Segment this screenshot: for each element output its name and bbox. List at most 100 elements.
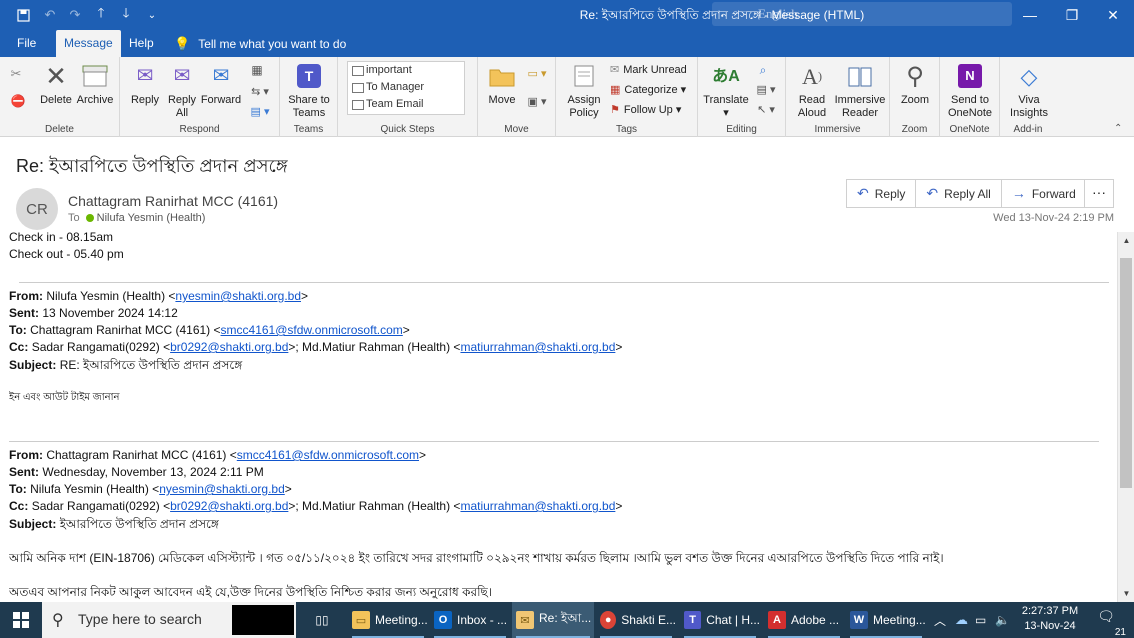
mark-unread-button[interactable]: ✉ Mark Unread <box>610 60 687 80</box>
forward-action-label: Forward <box>1031 187 1076 201</box>
archive-button[interactable]: Archive <box>76 61 114 107</box>
taskbar-app-teams[interactable]: T Chat | H... <box>680 602 760 638</box>
quick-step-important[interactable]: important <box>348 62 464 79</box>
q1-cc1-link[interactable]: br0292@shakti.org.bd <box>170 340 288 354</box>
tab-help[interactable]: Help <box>121 30 162 57</box>
assign-policy-button[interactable]: Assign Policy <box>562 61 606 120</box>
reply-arrow-icon: ↶ <box>857 185 869 201</box>
delete-button[interactable]: ✕ Delete <box>38 61 74 107</box>
translate-button[interactable]: あA Translate ▾ <box>702 61 750 120</box>
language-bar[interactable]: English <box>712 2 1012 26</box>
quick-step-team-email[interactable]: Team Email <box>348 96 464 113</box>
read-aloud-button[interactable]: A) Read Aloud <box>790 61 834 120</box>
read-label-1: Read <box>798 94 826 106</box>
meeting-icon[interactable]: ▦ <box>246 61 268 82</box>
recipient-name[interactable]: Nilufa Yesmin (Health) <box>97 212 206 224</box>
q1-to-link[interactable]: smcc4161@sfdw.onmicrosoft.com <box>221 323 403 337</box>
close-button[interactable]: ✕ <box>1092 0 1134 30</box>
quick-steps-list[interactable]: important To Manager Team Email <box>347 61 465 115</box>
reply-button[interactable]: ✉ Reply <box>128 61 162 107</box>
envelope-icon: ✉ <box>610 64 620 76</box>
to-label: To <box>68 212 80 224</box>
scroll-up-icon[interactable]: ▲ <box>1118 232 1134 249</box>
related-icon[interactable]: ▤ ▾ <box>752 81 780 102</box>
im-icon[interactable]: ⇆ ▾ <box>246 83 274 104</box>
share-label-2: Teams <box>292 107 326 119</box>
q2-cc1-link[interactable]: br0292@shakti.org.bd <box>170 499 288 513</box>
categorize-button[interactable]: ▦ Categorize ▾ <box>610 80 686 100</box>
q1-cc2-link[interactable]: matiurrahman@shakti.org.bd <box>460 340 615 354</box>
q1-text: ইন এবং আউট টাইম জানান <box>9 392 120 403</box>
taskbar-app-message[interactable]: ✉ Re: ইআ... <box>512 602 594 638</box>
zoom-button[interactable]: ⚲ Zoom <box>896 61 934 107</box>
group-label-zoom: Zoom <box>901 124 928 135</box>
more-respond-icon[interactable]: ▤ ▾ <box>246 103 274 124</box>
q2-subject: Subject: ইআরপিতে উপস্থিতি প্রদান প্রসঙ্গ… <box>9 517 219 531</box>
immersive-reader-button[interactable]: Immersive Reader <box>832 61 888 120</box>
task-view-icon[interactable]: ▯▯ <box>306 602 338 638</box>
select-icon[interactable]: ↖ ▾ <box>752 101 780 122</box>
battery-icon[interactable]: ▭ <box>975 602 986 638</box>
forward-action-button[interactable]: → Forward <box>1002 180 1086 207</box>
actions-icon[interactable]: ▣ ▾ <box>524 93 550 114</box>
scroll-thumb[interactable] <box>1120 258 1132 488</box>
more-actions-button[interactable]: ··· <box>1084 179 1114 208</box>
word-app-icon: W <box>850 611 868 629</box>
onedrive-icon[interactable]: ☁ <box>955 602 968 638</box>
group-label-delete: Delete <box>45 124 74 135</box>
taskbar-search[interactable]: ⚲ Type here to search <box>42 602 296 638</box>
q2-cc2-link[interactable]: matiurrahman@shakti.org.bd <box>460 499 615 513</box>
forward-button[interactable]: ✉ Forward <box>200 61 242 107</box>
taskbar-app-word[interactable]: W Meeting... <box>846 602 926 638</box>
forward-icon: ✉ <box>212 64 230 87</box>
quick-step-to-manager[interactable]: To Manager <box>348 79 464 96</box>
collapse-ribbon-icon[interactable]: ⌃ <box>1114 123 1122 134</box>
teams-icon: T <box>294 61 324 91</box>
tray-chevron-icon[interactable]: ︿ <box>934 602 946 638</box>
tab-message[interactable]: Message <box>56 30 121 57</box>
reply-all-action-button[interactable]: ↶ Reply All <box>916 180 1002 207</box>
reply-action-button[interactable]: ↶ Reply <box>847 180 917 207</box>
avatar[interactable]: CR <box>16 188 58 230</box>
minimize-button[interactable]: — <box>1009 0 1051 30</box>
send-to-onenote-button[interactable]: N Send to OneNote <box>944 61 996 120</box>
taskbar-app-adobe[interactable]: A Adobe ... <box>764 602 844 638</box>
clock-date: 13-Nov-24 <box>1024 620 1076 632</box>
ribbon-group-immersive: A) Read Aloud Immersive Reader Immersive <box>786 57 890 137</box>
q2-to-link[interactable]: nyesmin@shakti.org.bd <box>159 482 285 496</box>
q1-from-link[interactable]: nyesmin@shakti.org.bd <box>175 289 301 303</box>
reply-all-button[interactable]: ✉ Reply All <box>164 61 200 120</box>
move-button[interactable]: Move <box>484 61 520 107</box>
follow-up-button[interactable]: ⚑ Follow Up ▾ <box>610 100 681 120</box>
taskbar-app-inbox[interactable]: O Inbox - ... <box>430 602 510 638</box>
onenote-icon: N <box>955 61 985 91</box>
mark-unread-label: Mark Unread <box>623 64 687 76</box>
ignore-icon[interactable]: ✂ <box>6 63 26 86</box>
search-icon: ⚲ <box>52 612 64 629</box>
viva-insights-button[interactable]: ◇ Viva Insights <box>1006 61 1052 120</box>
share-to-teams-button[interactable]: T Share to Teams <box>286 61 332 120</box>
notification-icon[interactable]: 🗨 21 <box>1094 608 1126 638</box>
tab-file[interactable]: File <box>9 30 44 57</box>
volume-icon[interactable]: 🔈 <box>995 602 1010 638</box>
vertical-scrollbar[interactable]: ▲ ▼ <box>1117 232 1134 602</box>
teams-app-icon: T <box>684 611 702 629</box>
taskbar-app-chrome[interactable]: ● Shakti E... <box>596 602 676 638</box>
sender-name[interactable]: Chattagram Ranirhat MCC (4161) <box>68 193 278 209</box>
tell-me-search[interactable]: 💡 Tell me what you want to do <box>174 30 346 57</box>
scroll-down-icon[interactable]: ▼ <box>1118 585 1134 602</box>
menu-bar: File Message Help 💡 Tell me what you want… <box>0 30 1134 57</box>
q2-from-link[interactable]: smcc4161@sfdw.onmicrosoft.com <box>237 448 419 462</box>
zoom-label: Zoom <box>900 94 930 106</box>
restore-button[interactable]: ❐ <box>1051 0 1093 30</box>
taskbar-app-meeting-1[interactable]: ▭ Meeting... <box>348 602 428 638</box>
find-icon[interactable]: ⌕ <box>752 61 774 82</box>
system-clock[interactable]: 2:27:37 PM 13-Nov-24 <box>1014 604 1086 634</box>
junk-icon[interactable]: ⛔ <box>6 91 30 114</box>
rules-icon[interactable]: ▭ ▾ <box>524 65 550 86</box>
taskbar-app-label: Shakti E... <box>621 613 676 627</box>
reader-label-2: Reader <box>841 107 879 119</box>
q2-cc: Cc: Sadar Rangamati(0292) <br0292@shakti… <box>9 499 623 513</box>
group-label-teams: Teams <box>293 124 324 135</box>
windows-start-icon[interactable] <box>0 602 42 638</box>
